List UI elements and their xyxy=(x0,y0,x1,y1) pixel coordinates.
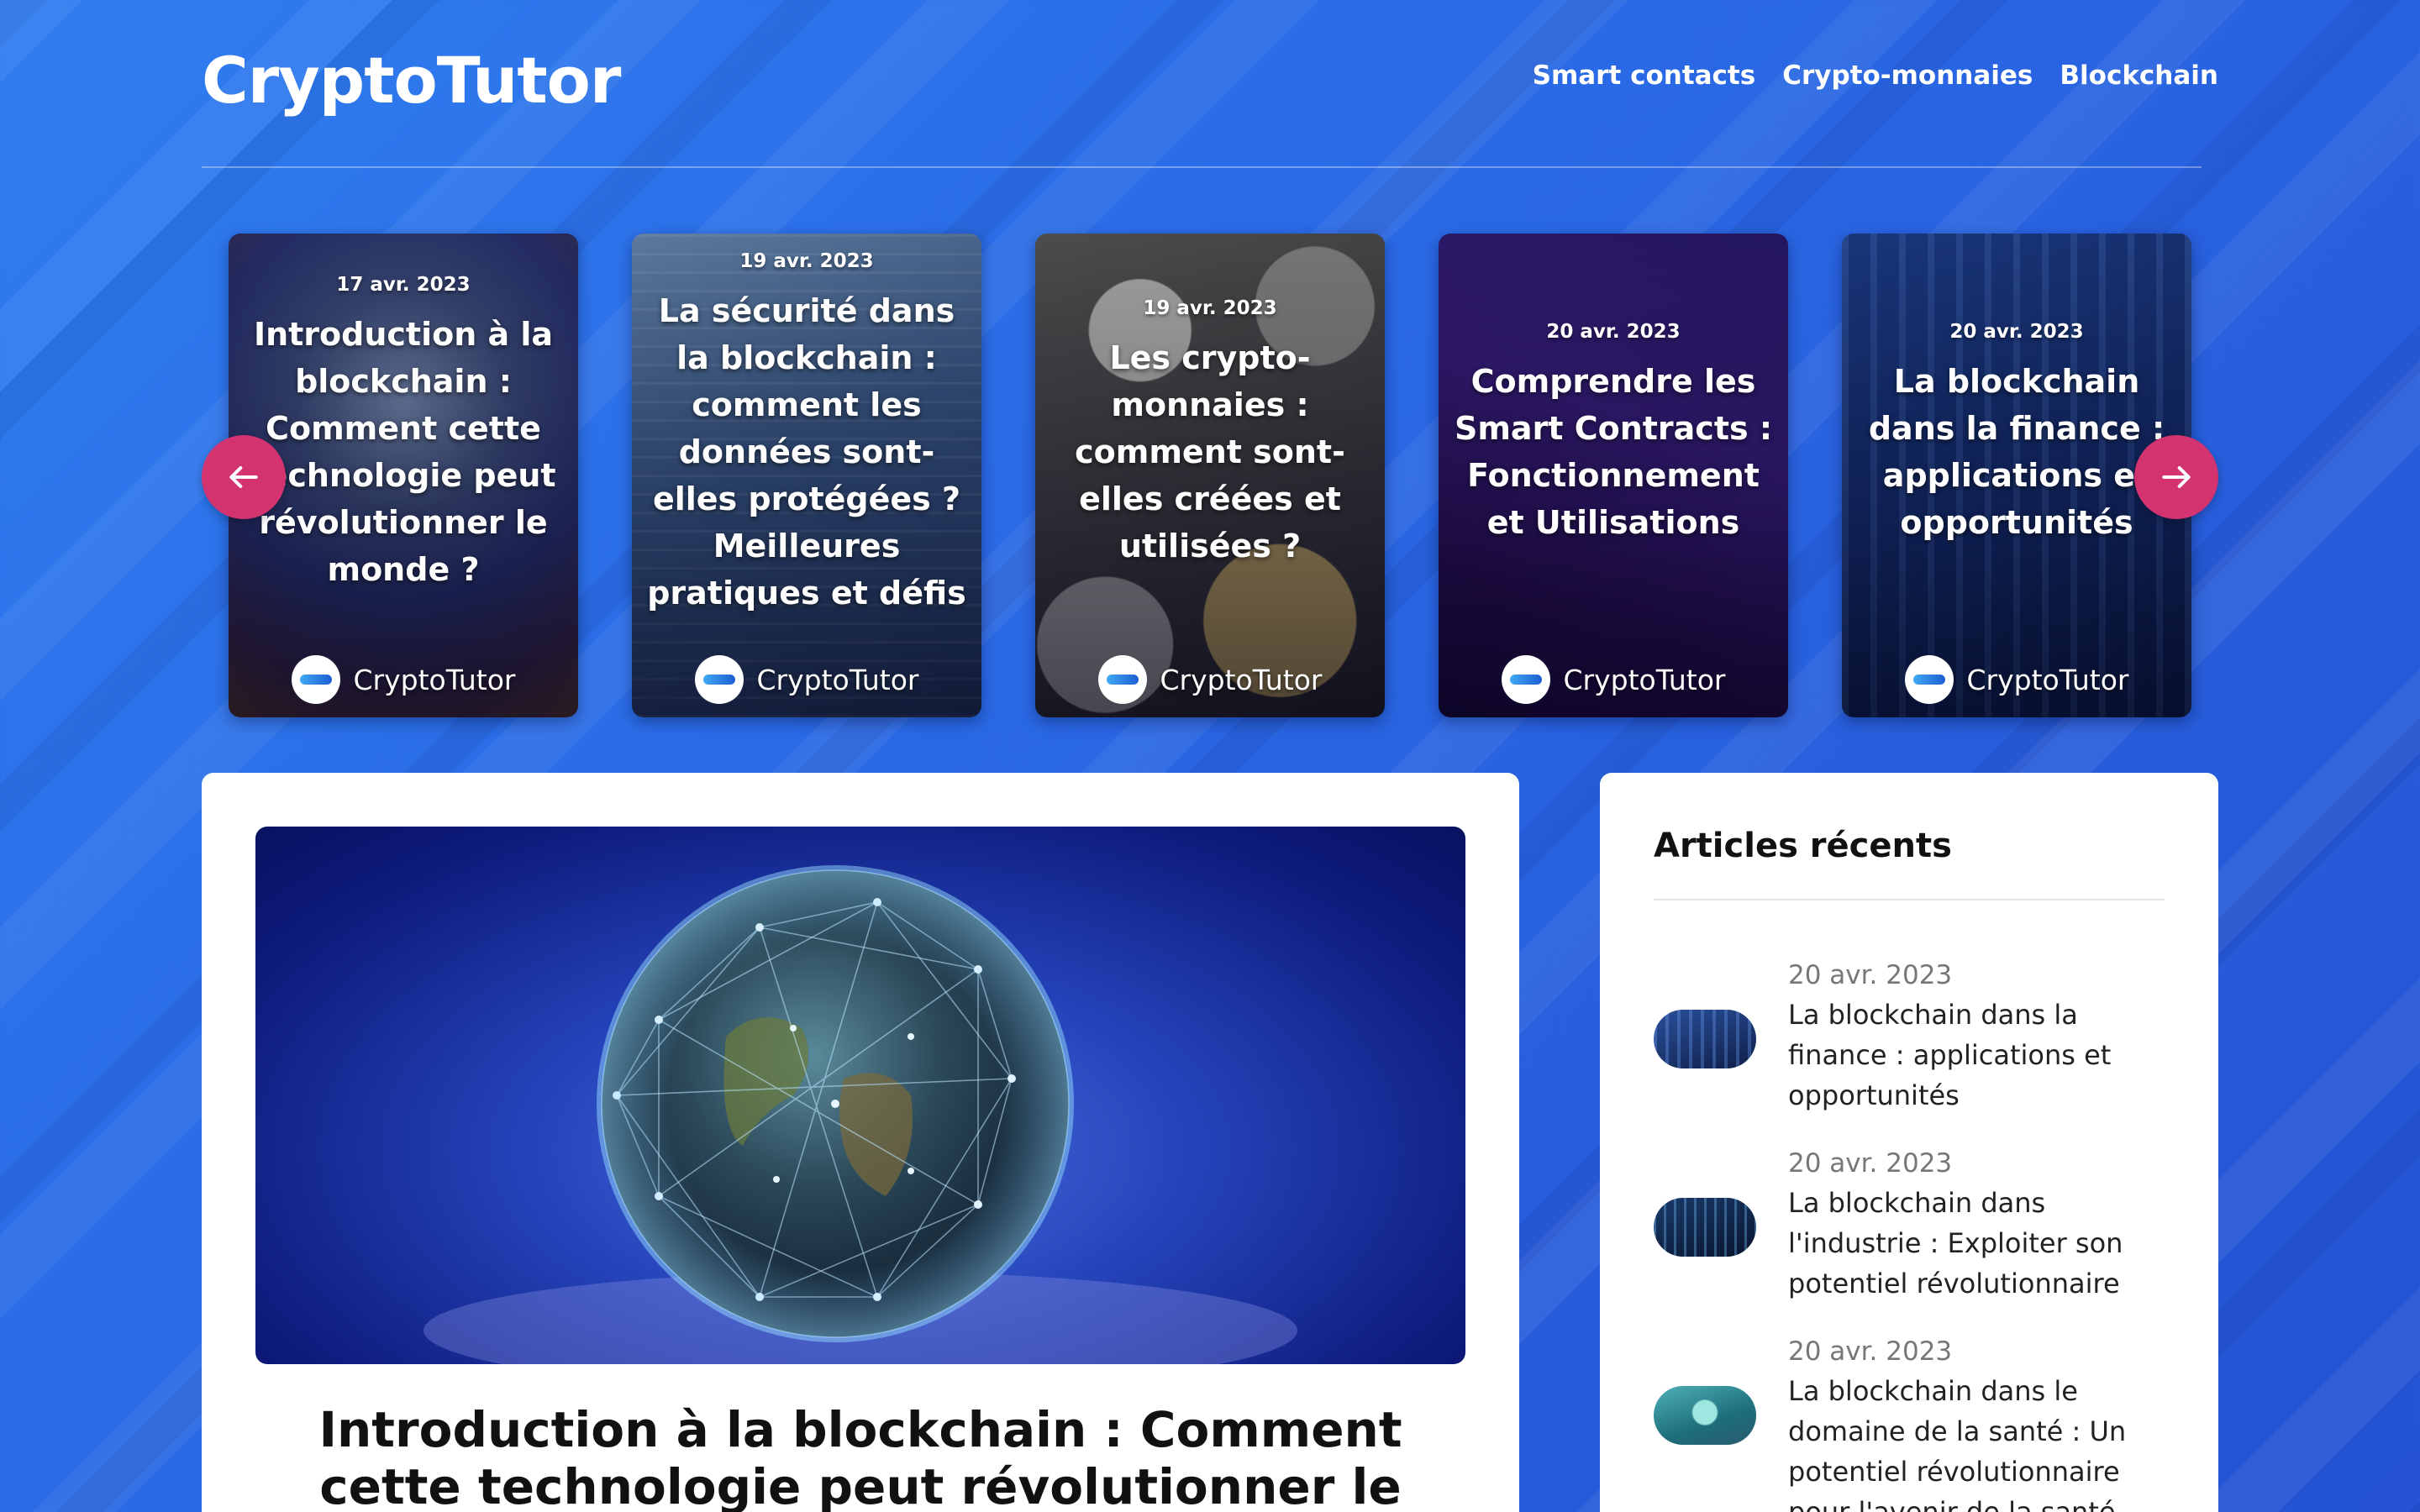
recent-article-date: 20 avr. 2023 xyxy=(1788,960,1953,990)
site-logo[interactable]: CryptoTutor xyxy=(202,42,621,119)
card-title[interactable]: La sécurité dans la blockchain : comment… xyxy=(645,287,968,617)
recent-article-thumbnail[interactable] xyxy=(1654,1386,1756,1445)
sidebar-heading: Articles récents xyxy=(1654,827,1952,865)
network-globe-illustration xyxy=(424,865,1297,1364)
carousel-prev-button[interactable] xyxy=(202,435,286,519)
main-nav: Smart contacts Crypto-monnaies Blockchai… xyxy=(1533,60,2218,91)
card-author: CryptoTutor xyxy=(1035,655,1385,704)
arrow-right-icon xyxy=(2162,465,2191,489)
card-date: 19 avr. 2023 xyxy=(739,250,874,272)
author-avatar xyxy=(1097,655,1147,704)
card-date: 19 avr. 2023 xyxy=(1143,297,1277,319)
recent-article-title[interactable]: La blockchain dans l'industrie : Exploit… xyxy=(1788,1183,2165,1304)
card-title[interactable]: Comprendre les Smart Contracts : Fonctio… xyxy=(1452,358,1775,546)
card-author: CryptoTutor xyxy=(1439,655,1788,704)
recent-article-date: 20 avr. 2023 xyxy=(1788,1336,1953,1367)
recent-article-title[interactable]: La blockchain dans le domaine de la sant… xyxy=(1788,1371,2165,1512)
recent-article-thumbnail[interactable] xyxy=(1654,1198,1756,1257)
author-avatar xyxy=(291,655,340,704)
arrow-left-icon xyxy=(229,465,258,489)
author-name[interactable]: CryptoTutor xyxy=(354,664,516,696)
author-name[interactable]: CryptoTutor xyxy=(1160,664,1323,696)
card-title[interactable]: La blockchain dans la finance : applicat… xyxy=(1855,358,2178,546)
article-hero-image[interactable] xyxy=(255,827,1465,1364)
nav-item-crypto-monnaies[interactable]: Crypto-monnaies xyxy=(1782,60,2033,91)
card-title[interactable]: Introduction à la blockchain : Comment c… xyxy=(242,311,565,593)
author-avatar xyxy=(1904,655,1954,704)
card-title[interactable]: Les crypto-monnaies : comment sont-elles… xyxy=(1049,334,1371,570)
nav-item-smart-contacts[interactable]: Smart contacts xyxy=(1533,60,1756,91)
recent-articles-sidebar: Articles récents 20 avr. 2023 La blockch… xyxy=(1600,773,2218,1512)
sidebar-divider xyxy=(1654,899,2165,900)
nav-item-blockchain[interactable]: Blockchain xyxy=(2060,60,2218,91)
article-title[interactable]: Introduction à la blockchain : Comment c… xyxy=(255,1401,1465,1512)
author-name[interactable]: CryptoTutor xyxy=(1967,664,2129,696)
recent-article-date: 20 avr. 2023 xyxy=(1788,1148,1953,1179)
header-divider xyxy=(202,166,2202,168)
recent-article-title[interactable]: La blockchain dans la finance : applicat… xyxy=(1788,995,2165,1116)
card-date: 20 avr. 2023 xyxy=(1546,321,1681,343)
main-article: Introduction à la blockchain : Comment c… xyxy=(202,773,1519,1512)
site-header: CryptoTutor Smart contacts Crypto-monnai… xyxy=(202,42,2218,126)
page-wrapper: CryptoTutor Smart contacts Crypto-monnai… xyxy=(202,0,2218,1512)
recent-article-thumbnail[interactable] xyxy=(1654,1010,1756,1068)
carousel-card[interactable]: 19 avr. 2023 Les crypto-monnaies : comme… xyxy=(1035,234,1385,717)
card-author: CryptoTutor xyxy=(1842,655,2191,704)
author-avatar xyxy=(694,655,744,704)
author-name[interactable]: CryptoTutor xyxy=(757,664,919,696)
author-avatar xyxy=(1501,655,1550,704)
card-date: 20 avr. 2023 xyxy=(1949,321,2084,343)
carousel-card[interactable]: 19 avr. 2023 La sécurité dans la blockch… xyxy=(632,234,981,717)
card-author: CryptoTutor xyxy=(632,655,981,704)
carousel-card[interactable]: 20 avr. 2023 Comprendre les Smart Contra… xyxy=(1439,234,1788,717)
featured-carousel: 17 avr. 2023 Introduction à la blockchai… xyxy=(202,234,2218,719)
carousel-next-button[interactable] xyxy=(2134,435,2218,519)
card-author: CryptoTutor xyxy=(229,655,578,704)
author-name[interactable]: CryptoTutor xyxy=(1564,664,1726,696)
card-date: 17 avr. 2023 xyxy=(336,274,471,296)
